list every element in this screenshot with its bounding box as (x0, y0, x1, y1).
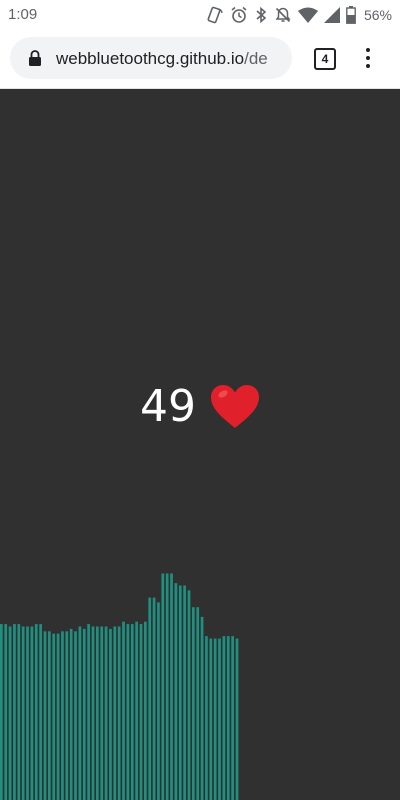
chart-bar (130, 624, 134, 800)
chart-bar (65, 631, 69, 800)
chart-bar (187, 590, 191, 800)
chart-bar (213, 638, 217, 800)
heart-icon (211, 384, 259, 428)
chart-bar (4, 624, 8, 800)
chart-bar (218, 638, 221, 800)
chart-bar (192, 607, 195, 800)
chart-bar (205, 636, 208, 800)
menu-dot (366, 56, 370, 60)
chart-bar (96, 626, 99, 800)
chart-bar (148, 597, 152, 800)
chart-bar (144, 621, 147, 800)
address-bar[interactable]: webbluetoothcg.github.io/de (10, 37, 292, 79)
chart-bar (174, 583, 178, 800)
chart-bar (209, 638, 213, 800)
chart-bar (0, 624, 3, 800)
chart-bar (17, 624, 21, 800)
chart-bar (200, 616, 204, 800)
wifi-icon (297, 7, 318, 23)
chart-bar (231, 636, 234, 800)
chart-bar (100, 626, 104, 800)
chart-bar (109, 628, 112, 800)
chart-bar (39, 624, 42, 800)
chart-bar (26, 626, 29, 800)
chart-bar (69, 628, 73, 800)
chart-bar (43, 631, 47, 800)
chart-bar (222, 636, 226, 800)
chart-bar (170, 573, 173, 800)
chart-bar (196, 607, 200, 800)
heart-rate-value: 49 (140, 381, 196, 432)
chart-bar (61, 631, 64, 800)
alarm-icon (231, 6, 247, 23)
chart-bar (91, 626, 95, 800)
tab-switcher-button[interactable]: 4 (314, 48, 336, 70)
battery-percent: 56% (363, 7, 392, 23)
chart-bar (161, 573, 165, 800)
chart-bar (113, 626, 117, 800)
chart-bar (178, 585, 182, 800)
chart-bar (104, 626, 108, 800)
chart-bar (34, 624, 38, 800)
notifications-off-icon (275, 7, 291, 23)
url-text[interactable]: webbluetoothcg.github.io/de (56, 49, 268, 69)
url-host: webbluetoothcg.github.io (56, 49, 245, 68)
status-time: 1:09 (8, 6, 38, 23)
chart-bar (126, 624, 130, 800)
chart-bar (74, 631, 77, 800)
menu-dot (366, 48, 370, 52)
chart-bar (152, 597, 156, 800)
chart-bar (8, 626, 12, 800)
chart-bar (21, 626, 25, 800)
status-bar: 1:09 56% (0, 0, 400, 30)
chart-bar (56, 633, 60, 800)
heart-rate-readout: 49 (0, 381, 400, 432)
nfc-phone-icon (207, 6, 223, 24)
more-menu-button[interactable] (358, 44, 378, 72)
battery-icon (346, 6, 356, 24)
browser-toolbar: webbluetoothcg.github.io/de 4 (0, 30, 400, 89)
status-icons: 56% (206, 4, 392, 26)
chart-bar (183, 585, 186, 800)
lock-icon[interactable] (28, 49, 42, 67)
bluetooth-icon (256, 6, 267, 24)
chart-bar (30, 626, 34, 800)
signal-icon (323, 7, 340, 23)
chart-bar (87, 624, 90, 800)
chart-bar (165, 573, 169, 800)
heart-rate-chart (0, 573, 239, 800)
chart-bar (78, 626, 82, 800)
chart-bar (122, 621, 125, 800)
chart-bar (52, 633, 56, 800)
chart-bar (135, 621, 138, 800)
url-path: /de (244, 49, 268, 68)
chart-bar (235, 638, 239, 800)
chart-bar (48, 631, 51, 800)
chart-bar (157, 602, 160, 800)
chart-bar (82, 628, 86, 800)
chart-bar (226, 636, 230, 800)
chart-bar (139, 624, 143, 800)
chart-bar (13, 624, 16, 800)
page-content: 49 (0, 89, 400, 800)
menu-dot (366, 64, 370, 68)
chart-bar (117, 626, 121, 800)
